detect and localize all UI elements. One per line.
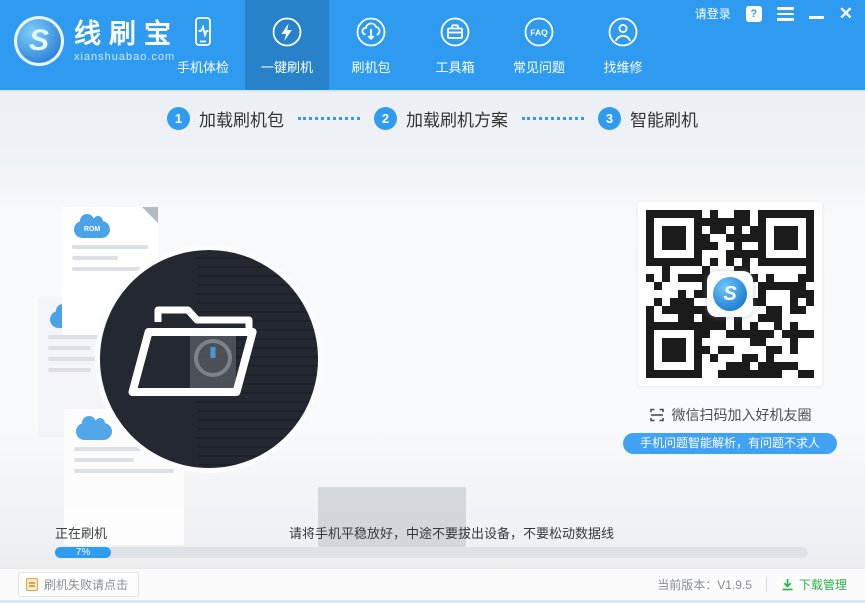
step-label: 加载刷机方案 xyxy=(406,106,508,131)
scan-icon xyxy=(649,407,665,423)
footer-divider xyxy=(766,577,767,592)
toolbox-icon xyxy=(437,14,473,50)
nav-label: 刷机包 xyxy=(351,57,390,76)
download-icon xyxy=(781,578,794,591)
svg-text:FAQ: FAQ xyxy=(530,28,548,38)
header-bar: S 线刷宝 xianshuabao.com 手机体检 xyxy=(0,0,865,90)
nav-item-repair[interactable]: 找维修 xyxy=(581,0,665,90)
nav-item-one-key-flash[interactable]: 一键刷机 xyxy=(245,0,329,90)
flash-status-label: 正在刷机 xyxy=(55,523,215,542)
minimize-icon[interactable] xyxy=(809,7,824,21)
steps-bar: 1 加载刷机包 2 加载刷机方案 3 智能刷机 xyxy=(0,92,865,144)
rom-package-icon xyxy=(353,14,389,50)
qr-center-logo: S xyxy=(707,271,753,317)
app-window: S 线刷宝 xianshuabao.com 手机体检 xyxy=(0,0,865,603)
open-folder-icon xyxy=(128,292,293,422)
rom-cloud-badge: ROM xyxy=(74,221,110,238)
nav-item-phone-check[interactable]: 手机体检 xyxy=(161,0,245,90)
help-icon[interactable]: ? xyxy=(746,6,762,22)
progress-fill: 7% xyxy=(55,547,111,558)
step-dots-divider xyxy=(298,117,360,120)
window-controls: 请登录 ? ✕ xyxy=(695,5,853,23)
step-number-badge: 2 xyxy=(374,107,397,130)
nav-label: 找维修 xyxy=(603,57,642,76)
version-label: 当前版本：V1.9.5 xyxy=(657,576,752,593)
nav-item-faq[interactable]: FAQ 常见问题 xyxy=(497,0,581,90)
qr-tagline-pill: 手机问题智能解析，有问题不求人 xyxy=(623,433,837,454)
main-nav: 手机体检 一键刷机 xyxy=(161,0,665,90)
brand-logo-icon: S xyxy=(713,277,747,311)
step-smart-flash: 3 智能刷机 xyxy=(598,106,698,131)
status-row: 正在刷机 请将手机平稳放好，中途不要拔出设备，不要松动数据线 xyxy=(55,523,808,542)
menu-icon[interactable] xyxy=(777,5,794,23)
main-content: 1 加载刷机包 2 加载刷机方案 3 智能刷机 ROM xyxy=(0,90,865,568)
footer-right: 当前版本：V1.9.5 下载管理 xyxy=(657,576,847,593)
nav-label: 手机体检 xyxy=(177,57,229,76)
step-number-badge: 1 xyxy=(167,107,190,130)
footer-bar: 刷机失败请点击 当前版本：V1.9.5 下载管理 xyxy=(0,568,865,600)
rom-cloud-badge xyxy=(76,423,112,440)
download-manager-label: 下载管理 xyxy=(799,576,847,593)
qr-caption: 微信扫码加入好机友圈 xyxy=(625,405,835,425)
repair-icon xyxy=(605,14,641,50)
flash-failed-label: 刷机失败请点击 xyxy=(44,576,128,593)
nav-item-toolbox[interactable]: 工具箱 xyxy=(413,0,497,90)
login-link[interactable]: 请登录 xyxy=(695,5,731,22)
faq-icon: FAQ xyxy=(521,14,557,50)
step-load-rom: 1 加载刷机包 xyxy=(167,106,284,131)
nav-item-rom-package[interactable]: 刷机包 xyxy=(329,0,413,90)
step-number-badge: 3 xyxy=(598,107,621,130)
step-load-plan: 2 加载刷机方案 xyxy=(374,106,508,131)
step-dots-divider xyxy=(522,117,584,120)
nav-label: 工具箱 xyxy=(435,57,474,76)
flashing-illustration: ROM xyxy=(30,187,500,547)
nav-label: 一键刷机 xyxy=(261,57,313,76)
flash-failed-button[interactable]: 刷机失败请点击 xyxy=(18,572,139,597)
qr-caption-text: 微信扫码加入好机友圈 xyxy=(672,405,812,425)
close-icon[interactable]: ✕ xyxy=(839,5,853,22)
nav-label: 常见问题 xyxy=(513,57,565,76)
warning-doc-icon xyxy=(26,578,38,591)
brand-logo-icon: S xyxy=(14,16,64,66)
qr-code-card: S xyxy=(638,202,822,386)
lightning-icon xyxy=(269,14,305,50)
step-label: 智能刷机 xyxy=(630,106,698,131)
flash-instruction: 请将手机平稳放好，中途不要拔出设备，不要松动数据线 xyxy=(215,523,808,542)
progress-bar-track: 7% xyxy=(55,547,808,558)
download-manager-button[interactable]: 下载管理 xyxy=(781,576,847,593)
phone-check-icon xyxy=(185,14,221,50)
step-label: 加载刷机包 xyxy=(199,106,284,131)
app-logo: S 线刷宝 xianshuabao.com xyxy=(14,16,179,66)
open-folder-circle xyxy=(95,245,323,473)
